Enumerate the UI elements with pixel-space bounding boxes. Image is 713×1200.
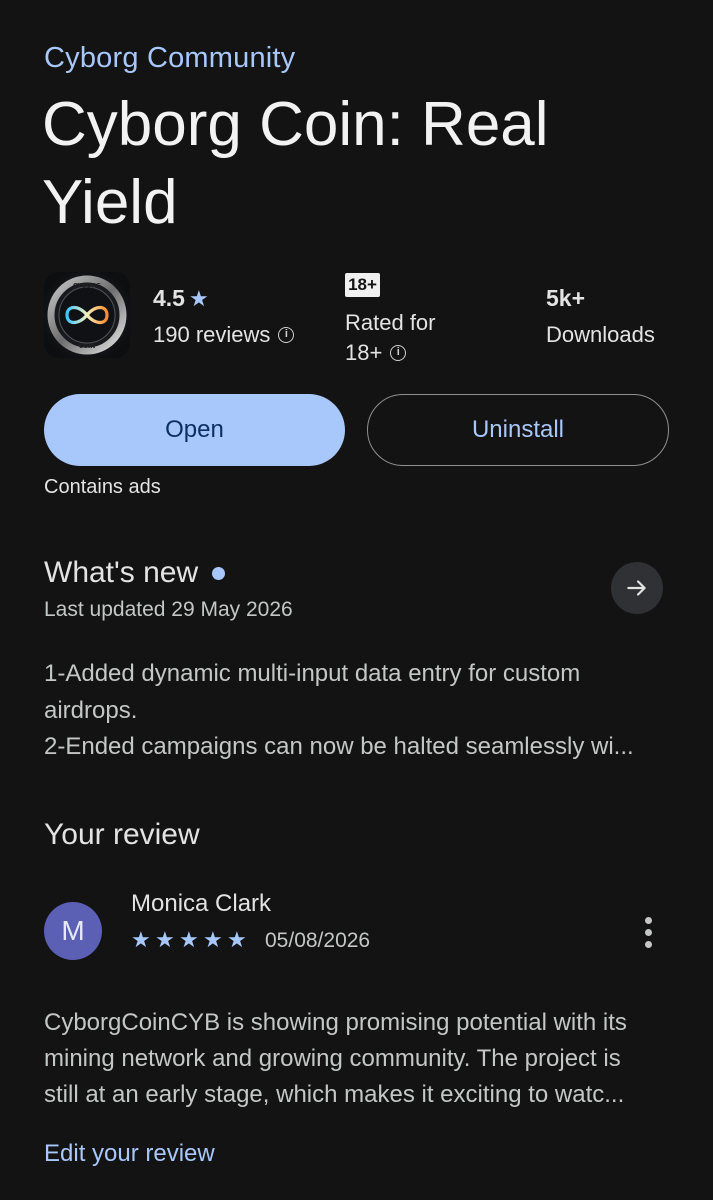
review-line: CyborgCoinCYB is showing promising poten… [44, 1009, 627, 1036]
review-stars: ★ ★ ★ ★ ★ [131, 927, 251, 953]
review-line: still at an early stage, which makes it … [44, 1081, 625, 1108]
uninstall-button[interactable]: Uninstall [367, 394, 669, 466]
last-updated: Last updated 29 May 2026 [44, 598, 293, 621]
notes-line: 2-Ended campaigns can now be halted seam… [44, 733, 634, 760]
star-icon: ★ [179, 927, 199, 952]
age-rating-label: Rated for [345, 310, 436, 335]
edit-review-link[interactable]: Edit your review [44, 1140, 215, 1168]
app-details-page: Cyborg Community Cyborg Coin: Real Yield [0, 0, 713, 1200]
app-icon: CYBORG COIN [44, 272, 130, 358]
star-icon: ★ [203, 927, 223, 952]
downloads-value: 5k+ [546, 285, 586, 311]
rating-number: 4.5 [153, 285, 185, 311]
new-indicator-dot [212, 566, 226, 580]
rating-value: 4.5 ★ [153, 285, 209, 312]
review-line: mining network and growing community. Th… [44, 1045, 621, 1072]
age-rating[interactable]: Rated for 18+ i [345, 308, 475, 368]
whats-new-heading: What's new [44, 556, 226, 590]
review-text: CyborgCoinCYB is showing promising poten… [44, 1005, 684, 1113]
app-title: Cyborg Coin: Real Yield [42, 90, 549, 237]
notes-line: airdrops. [44, 696, 138, 724]
developer-link[interactable]: Cyborg Community [44, 42, 295, 75]
reviews-count[interactable]: 190 reviews i [153, 322, 295, 348]
open-button[interactable]: Open [44, 394, 345, 466]
whats-new-title: What's new [44, 556, 199, 589]
your-review-heading: Your review [44, 818, 200, 851]
svg-text:CYBORG: CYBORG [73, 283, 101, 290]
star-icon: ★ [188, 285, 209, 311]
svg-text:COIN: COIN [79, 343, 96, 350]
star-icon: ★ [155, 927, 175, 952]
whats-new-arrow-button[interactable] [611, 562, 663, 614]
avatar: M [44, 902, 102, 960]
info-icon[interactable]: i [390, 345, 407, 361]
star-icon: ★ [227, 927, 247, 952]
arrow-right-icon [627, 580, 646, 596]
age-rating-value: 18+ [345, 340, 383, 365]
reviewer-name: Monica Clark [131, 890, 272, 917]
downloads-label: Downloads [546, 322, 655, 347]
whats-new-notes: 1-Added dynamic multi-input data entry f… [44, 656, 684, 766]
star-icon: ★ [131, 927, 151, 952]
more-options-icon[interactable] [632, 910, 664, 954]
contains-ads-label: Contains ads [44, 476, 161, 498]
review-date: 05/08/2026 [265, 929, 371, 952]
notes-line: 1-Added dynamic multi-input data entry f… [44, 660, 581, 687]
age-rating-badge: 18+ [345, 273, 380, 297]
reviews-label: 190 reviews [153, 322, 271, 347]
info-icon[interactable]: i [278, 327, 295, 343]
